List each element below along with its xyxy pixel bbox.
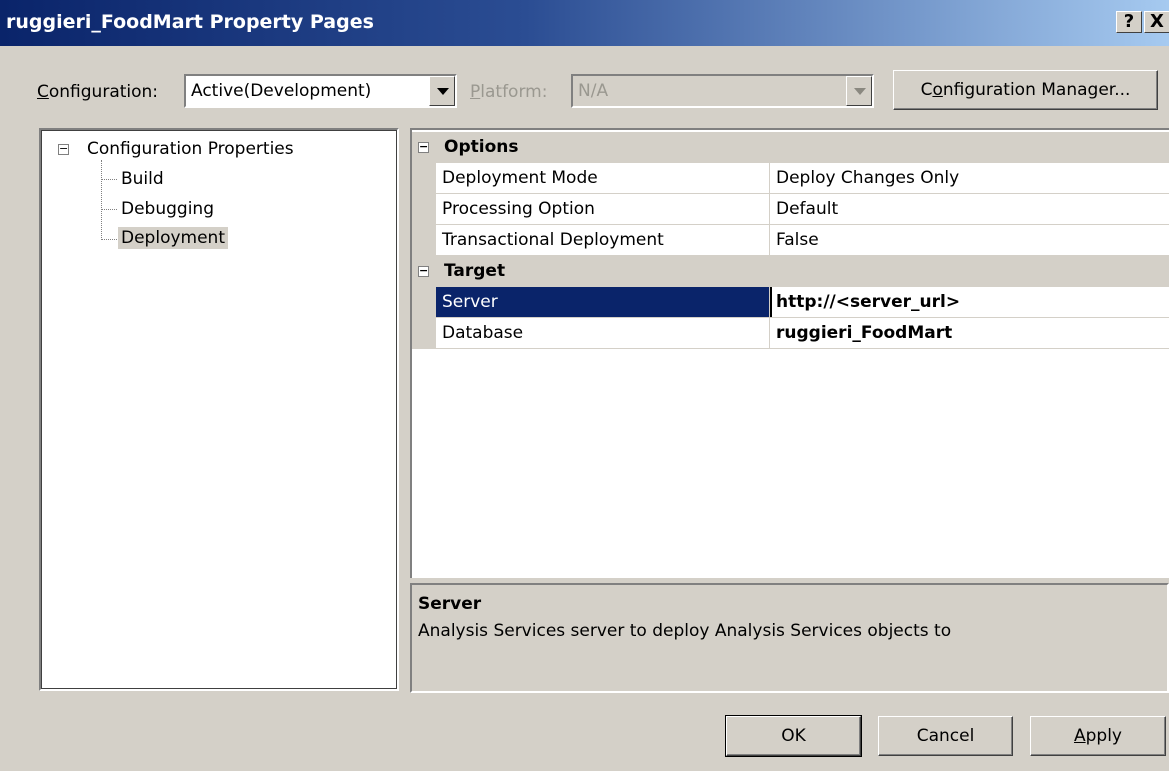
server-value-input[interactable]: http://<server_url> xyxy=(770,287,960,318)
property-value[interactable]: Deploy Changes Only xyxy=(770,163,959,194)
platform-dropdown: N/A xyxy=(571,74,874,108)
property-name: Processing Option xyxy=(442,199,595,219)
chevron-down-icon xyxy=(437,88,449,95)
platform-dropdown-arrow xyxy=(846,76,872,106)
cancel-button[interactable]: Cancel xyxy=(878,716,1013,756)
property-row[interactable]: Transactional Deployment False xyxy=(412,225,1169,256)
category-label: Options xyxy=(444,137,519,157)
row-gutter xyxy=(412,225,436,256)
property-name: Deployment Mode xyxy=(442,168,598,188)
row-divider xyxy=(436,348,1169,349)
property-row[interactable]: Processing Option Default xyxy=(412,194,1169,225)
close-button[interactable]: X xyxy=(1144,11,1169,33)
platform-value: N/A xyxy=(578,81,609,101)
configuration-label: Configuration: xyxy=(37,82,159,102)
configuration-manager-button[interactable]: Configuration Manager... xyxy=(893,70,1158,110)
configuration-tree[interactable]: − Configuration Properties Build Debuggi… xyxy=(39,128,399,691)
property-row[interactable]: Deployment Mode Deploy Changes Only xyxy=(412,163,1169,194)
category-target[interactable]: − Target xyxy=(412,256,1169,287)
property-row-selected[interactable]: Server http://<server_url> xyxy=(412,287,1169,318)
row-gutter xyxy=(412,163,436,194)
collapse-icon[interactable]: − xyxy=(418,265,429,277)
property-row[interactable]: Database ruggieri_FoodMart xyxy=(412,318,1169,349)
tree-item-configuration-properties[interactable]: Configuration Properties xyxy=(87,139,294,159)
tree-item-build[interactable]: Build xyxy=(121,169,164,189)
property-value[interactable]: False xyxy=(770,225,819,256)
description-pane: Server Analysis Services server to deplo… xyxy=(410,583,1169,693)
apply-button[interactable]: Apply xyxy=(1030,716,1166,756)
property-name: Database xyxy=(442,323,524,343)
configuration-dropdown[interactable]: Active(Development) xyxy=(184,74,457,108)
tree-connector xyxy=(101,209,117,210)
collapse-icon[interactable]: − xyxy=(418,141,429,153)
configuration-dropdown-arrow[interactable] xyxy=(429,76,455,106)
window-title: ruggieri_FoodMart Property Pages xyxy=(6,11,374,33)
tree-connector xyxy=(101,239,117,240)
description-text: Analysis Services server to deploy Analy… xyxy=(418,621,952,641)
title-bar: ruggieri_FoodMart Property Pages ? X xyxy=(0,0,1169,46)
tree-item-debugging[interactable]: Debugging xyxy=(121,199,214,219)
property-name: Server xyxy=(436,287,769,318)
category-options[interactable]: − Options xyxy=(412,132,1169,163)
chevron-down-icon xyxy=(854,88,866,95)
ok-button[interactable]: OK xyxy=(725,715,862,757)
help-button[interactable]: ? xyxy=(1116,11,1142,33)
row-gutter xyxy=(412,287,436,318)
property-grid[interactable]: − Options Deployment Mode Deploy Changes… xyxy=(410,128,1169,578)
description-title: Server xyxy=(418,594,482,614)
platform-label: Platform: xyxy=(470,82,548,102)
tree-item-deployment[interactable]: Deployment xyxy=(118,227,228,249)
category-label: Target xyxy=(444,261,506,281)
collapse-icon[interactable]: − xyxy=(58,143,69,155)
tree-connector xyxy=(101,160,102,240)
property-name: Transactional Deployment xyxy=(442,230,664,250)
property-value[interactable]: ruggieri_FoodMart xyxy=(770,318,952,349)
row-gutter xyxy=(412,194,436,225)
property-value[interactable]: Default xyxy=(770,194,838,225)
row-gutter xyxy=(412,318,436,349)
tree-connector xyxy=(101,179,117,180)
configuration-value: Active(Development) xyxy=(191,81,372,101)
